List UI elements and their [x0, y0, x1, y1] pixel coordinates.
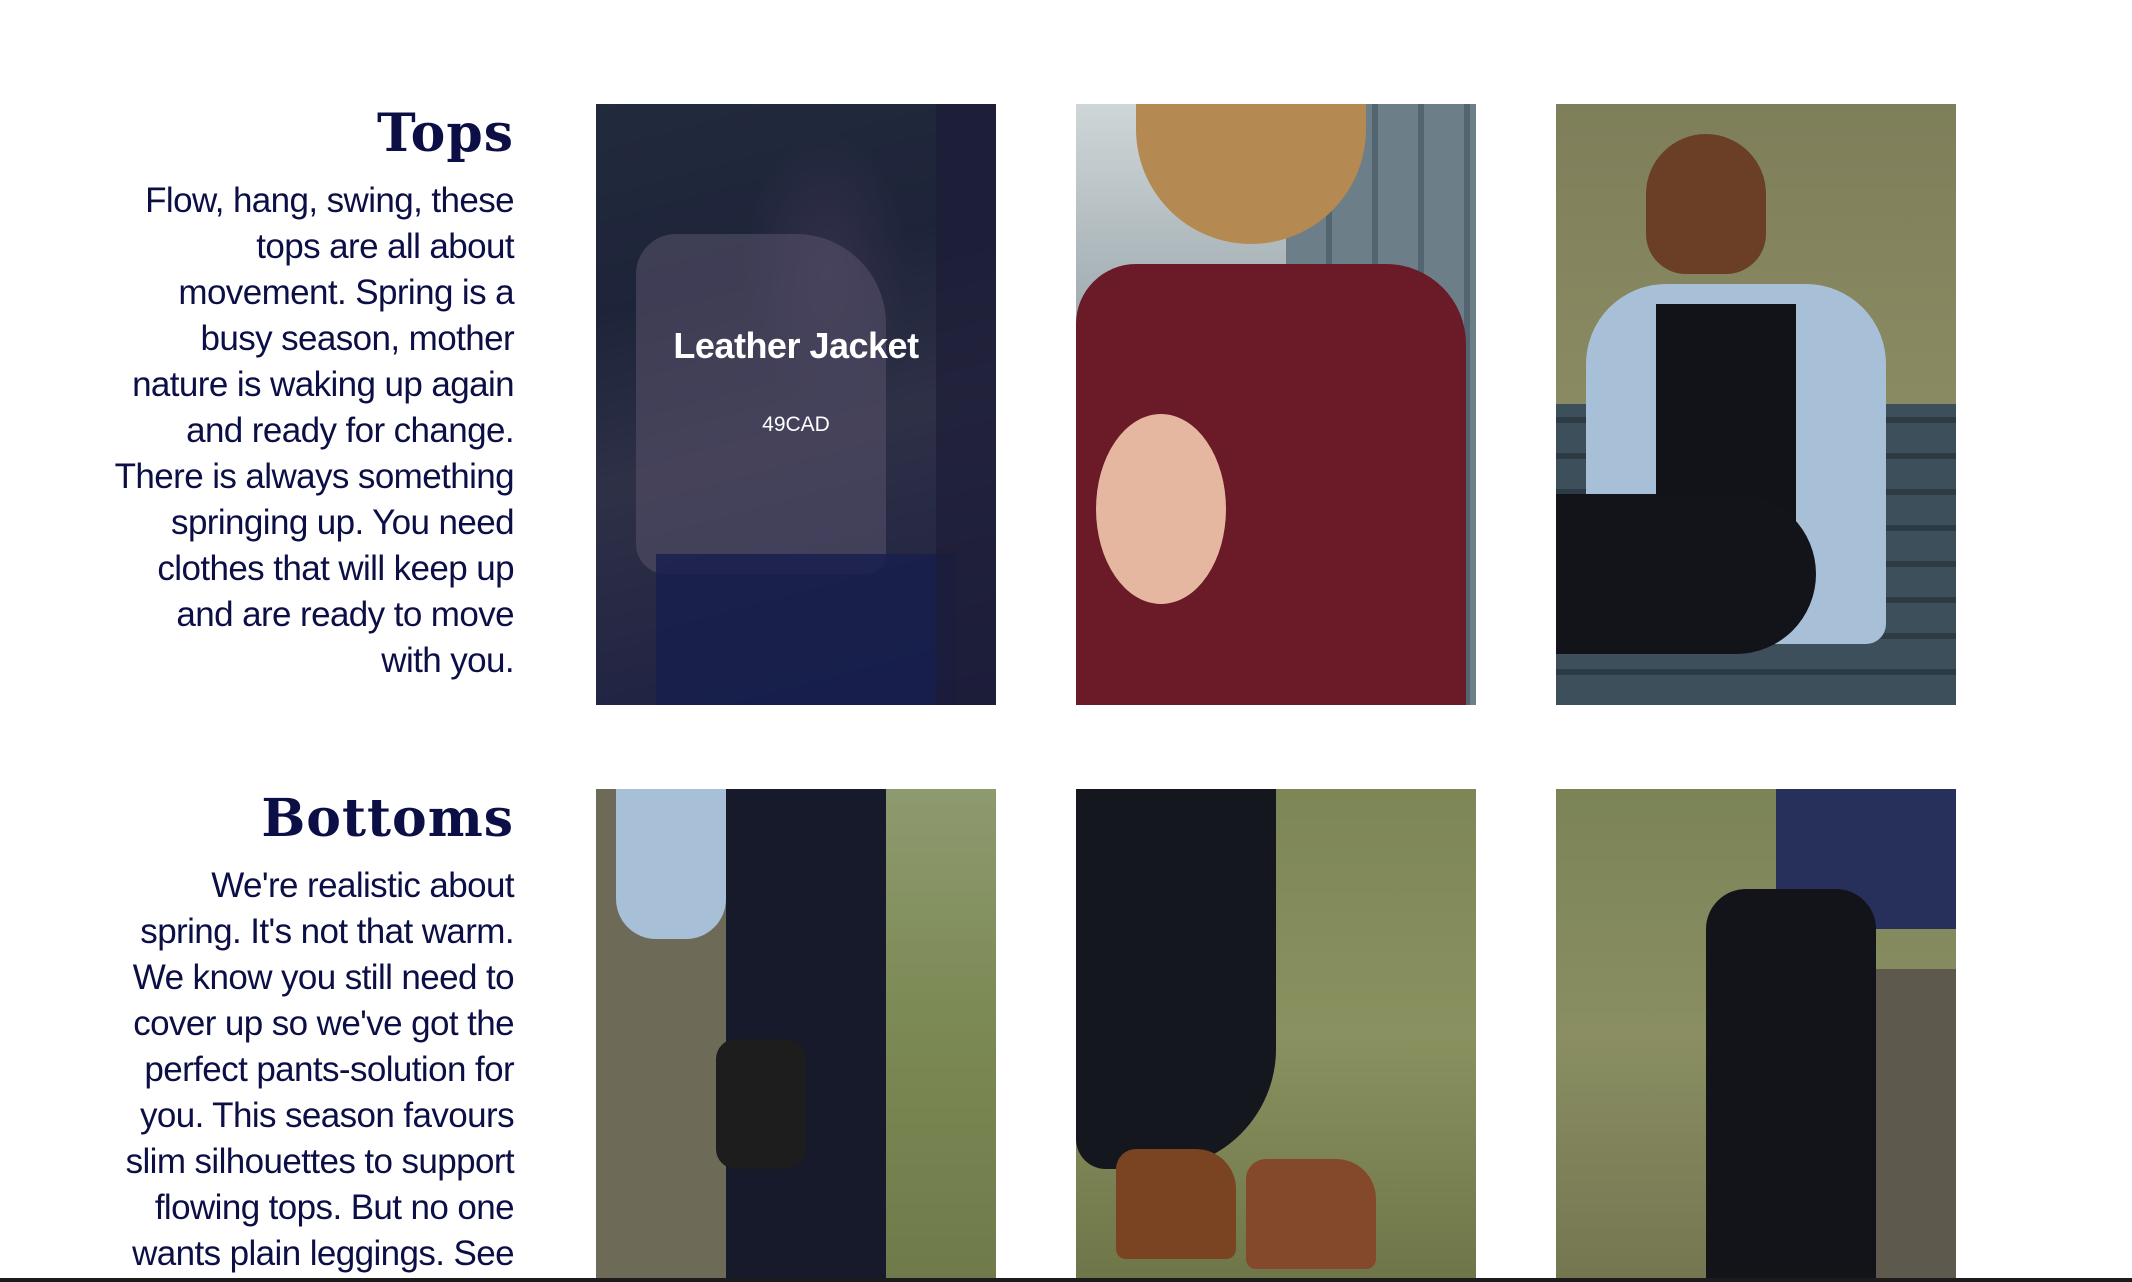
photo-content [1646, 134, 1766, 274]
product-photo-blue-cardigan[interactable] [1556, 104, 1956, 705]
product-photo-pants-tree[interactable] [596, 789, 996, 1282]
product-price: 49CAD [762, 413, 830, 436]
photo-content [1246, 1159, 1376, 1269]
tops-text-column: Tops Flow, hang, swing, these tops are a… [112, 103, 515, 684]
window-bottom-edge [0, 1278, 2132, 1282]
photo-content [1116, 1149, 1236, 1259]
photo-content [1096, 414, 1226, 604]
product-photo-pants-leaning[interactable] [1556, 789, 1956, 1282]
bottoms-description: We're realistic about spring. It's not t… [125, 866, 515, 1273]
lookbook-page: Tops Flow, hang, swing, these tops are a… [0, 0, 2132, 1282]
product-photo-pants-boots[interactable] [1076, 789, 1476, 1282]
hover-overlay [596, 104, 996, 705]
photo-content [1556, 494, 1816, 654]
photo-content [1706, 889, 1876, 1282]
tops-heading: Tops [376, 103, 514, 164]
photo-content [1076, 789, 1276, 1169]
tops-description: Flow, hang, swing, these tops are all ab… [114, 181, 515, 680]
product-name[interactable]: Leather Jacket [596, 324, 996, 368]
product-photo-leather-jacket[interactable]: Leather Jacket 49CAD [596, 104, 996, 705]
bottoms-heading: Bottoms [261, 788, 514, 849]
product-photo-burgundy-sweater[interactable] [1076, 104, 1476, 705]
photo-content [726, 789, 886, 1282]
photo-content [616, 789, 726, 939]
photo-content [716, 1039, 806, 1169]
bottoms-text-column: Bottoms We're realistic about spring. It… [112, 788, 515, 1277]
